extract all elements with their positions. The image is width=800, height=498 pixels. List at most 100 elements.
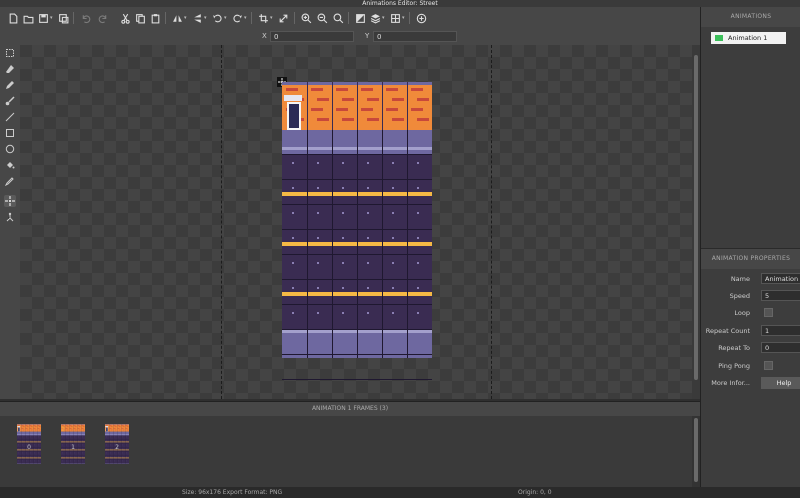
- road-speck-tile: [292, 312, 294, 314]
- frames-panel: ANIMATION 1 FRAMES (3) 0 1 2: [0, 401, 700, 488]
- save-icon[interactable]: [36, 11, 50, 25]
- brick-tile: [417, 118, 429, 121]
- grid-icon[interactable]: [388, 11, 402, 25]
- zoom-out-icon[interactable]: [315, 11, 329, 25]
- brick-tile: [417, 98, 429, 101]
- road-speck-tile: [392, 237, 394, 239]
- road-speck-tile: [417, 162, 419, 164]
- repeat-count-label: Repeat Count: [705, 327, 750, 335]
- layers-icon[interactable]: [368, 11, 382, 25]
- road-speck-tile: [392, 312, 394, 314]
- repeat-to-label: Repeat To: [718, 344, 750, 352]
- cut-icon[interactable]: [118, 11, 132, 25]
- rotate-left-icon[interactable]: [210, 11, 224, 25]
- save-as-icon[interactable]: [56, 11, 70, 25]
- road-speck-tile: [292, 162, 294, 164]
- copy-icon[interactable]: [133, 11, 147, 25]
- tile-grid-line: [382, 130, 383, 358]
- road-speck-tile: [367, 287, 369, 289]
- repeat-to-input[interactable]: 0: [761, 342, 800, 353]
- eraser-icon[interactable]: [4, 63, 16, 75]
- chevron-down-icon[interactable]: ▾: [270, 16, 274, 21]
- road-speck-tile: [367, 187, 369, 189]
- road-speck-tile: [417, 237, 419, 239]
- canvas-scrollbar-thumb[interactable]: [694, 55, 698, 380]
- chevron-down-icon[interactable]: ▾: [244, 16, 248, 21]
- loop-checkbox[interactable]: [764, 308, 773, 317]
- open-folder-icon[interactable]: [21, 11, 35, 25]
- road-speck-tile: [342, 312, 344, 314]
- resize-icon[interactable]: [276, 11, 290, 25]
- flip-horizontal-icon[interactable]: [170, 11, 184, 25]
- chevron-down-icon[interactable]: ▾: [402, 16, 406, 21]
- help-button[interactable]: Help: [761, 377, 800, 389]
- road-speck-tile: [317, 237, 319, 239]
- road-speck-tile: [417, 312, 419, 314]
- frame-number: 2: [115, 444, 119, 451]
- x-input[interactable]: 0: [270, 31, 354, 42]
- zoom-in-icon[interactable]: [299, 11, 313, 25]
- rectangle-icon[interactable]: [4, 127, 16, 139]
- rotate-right-icon[interactable]: [230, 11, 244, 25]
- ellipse-icon[interactable]: [4, 143, 16, 155]
- road-speck-tile: [417, 262, 419, 264]
- selection-icon[interactable]: [4, 47, 16, 59]
- brick-tile: [386, 88, 398, 91]
- name-input[interactable]: Animation 1: [761, 273, 800, 284]
- paste-icon[interactable]: [148, 11, 162, 25]
- road-speck-tile: [367, 212, 369, 214]
- frames-scrollbar-thumb[interactable]: [694, 418, 698, 482]
- x-label: X: [262, 32, 267, 40]
- brick-tile: [361, 108, 373, 111]
- brick-tile: [311, 88, 323, 91]
- frame-number: 0: [27, 444, 31, 451]
- zoom-fit-icon[interactable]: [331, 11, 345, 25]
- property-row: More Infor... Help: [701, 377, 800, 389]
- brick-tile: [386, 108, 398, 111]
- skeleton-icon[interactable]: [4, 211, 16, 223]
- property-row: Speed 5: [701, 290, 800, 302]
- road-speck-tile: [342, 287, 344, 289]
- chevron-down-icon[interactable]: ▾: [50, 16, 54, 21]
- road-speck-tile: [392, 287, 394, 289]
- animation-icon: [715, 35, 723, 41]
- new-file-icon[interactable]: [6, 11, 20, 25]
- tile-grid-line: [282, 204, 432, 205]
- tile-grid-line: [382, 82, 383, 130]
- brush-icon[interactable]: [4, 95, 16, 107]
- door-tile: [289, 104, 299, 128]
- crop-icon[interactable]: [256, 11, 270, 25]
- pencil-icon[interactable]: [4, 79, 16, 91]
- brick-tile: [361, 88, 373, 91]
- redo-icon[interactable]: [96, 11, 110, 25]
- sprite-canvas[interactable]: [20, 45, 692, 399]
- chevron-down-icon[interactable]: ▾: [204, 16, 208, 21]
- y-input[interactable]: 0: [373, 31, 457, 42]
- origin-status: Origin: 0, 0: [518, 489, 552, 496]
- road-speck-tile: [317, 262, 319, 264]
- repeat-count-input[interactable]: 1: [761, 325, 800, 336]
- brick-tile: [336, 88, 348, 91]
- origin-icon[interactable]: [4, 195, 16, 207]
- status-bar: Size: 96x176 Export Format: PNG Origin: …: [0, 487, 800, 498]
- color-picker-icon[interactable]: [4, 175, 16, 187]
- fill-bucket-icon[interactable]: [4, 159, 16, 171]
- animations-header: ANIMATIONS: [701, 7, 800, 27]
- frame-number: 1: [71, 444, 75, 451]
- guide-line: [491, 45, 492, 399]
- undo-icon[interactable]: [78, 11, 92, 25]
- brick-tile: [317, 98, 329, 101]
- animation-list-item[interactable]: Animation 1: [711, 32, 786, 44]
- flip-vertical-icon[interactable]: [190, 11, 204, 25]
- chevron-down-icon[interactable]: ▾: [382, 16, 386, 21]
- line-icon[interactable]: [4, 111, 16, 123]
- ping-pong-checkbox[interactable]: [764, 361, 773, 370]
- chevron-down-icon[interactable]: ▾: [184, 16, 188, 21]
- tile-grid-line: [282, 354, 432, 355]
- road-speck-tile: [392, 262, 394, 264]
- chevron-down-icon[interactable]: ▾: [224, 16, 228, 21]
- mask-icon[interactable]: [353, 11, 367, 25]
- speed-input[interactable]: 5: [761, 290, 800, 301]
- add-icon[interactable]: [414, 11, 428, 25]
- road-speck-tile: [417, 187, 419, 189]
